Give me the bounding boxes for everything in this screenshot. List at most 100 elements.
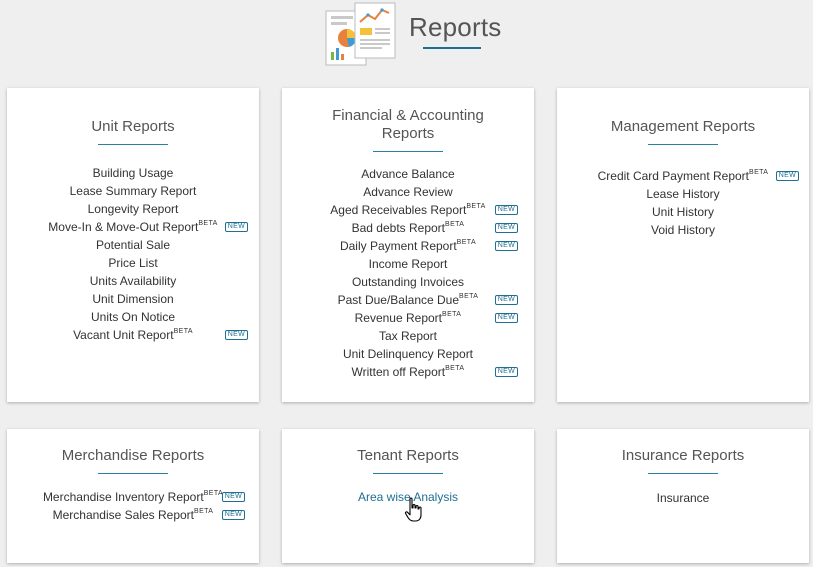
report-label: Units On Notice — [90, 310, 176, 324]
tenant-reports-card: Tenant Reports Area wise Analysis — [282, 429, 534, 563]
report-link[interactable]: Unit History — [557, 203, 809, 221]
financial-reports-card: Financial & Accounting Reports Advance B… — [282, 88, 534, 402]
report-link[interactable]: Unit Delinquency Report — [282, 345, 534, 363]
report-link[interactable]: Advance Balance — [282, 165, 534, 183]
new-badge: NEW — [224, 222, 248, 232]
report-link[interactable]: Units Availability — [7, 272, 259, 290]
report-label: Building Usage — [92, 166, 174, 180]
title-underline — [423, 47, 481, 49]
report-label: Merchandise Sales Report — [52, 508, 195, 522]
report-label: Aged Receivables Report — [330, 203, 467, 217]
report-list: Merchandise Inventory ReportBETA NEW Merch… — [7, 488, 259, 524]
unit-reports-card: Unit Reports Building Usage Lease Summary… — [7, 88, 259, 402]
new-badge: NEW — [775, 171, 799, 181]
card-title: Management Reports — [610, 118, 756, 135]
beta-tag: BETA — [445, 365, 465, 372]
report-list: Building Usage Lease Summary Report Longev… — [7, 164, 259, 344]
new-badge: NEW — [494, 241, 518, 251]
card-title-underline — [648, 473, 718, 474]
report-label: Lease History — [646, 187, 720, 201]
report-label: Unit Dimension — [92, 292, 174, 306]
beta-tag: BETA — [459, 293, 479, 300]
report-link[interactable]: Aged Receivables ReportBETA NEW — [282, 201, 534, 219]
report-label: Income Report — [368, 257, 448, 271]
card-title-line-1: Financial & Accounting — [332, 107, 484, 124]
page-title: Reports — [409, 12, 502, 42]
report-label: Advance Balance — [361, 167, 455, 181]
report-label: Written off Report — [351, 365, 446, 379]
report-link[interactable]: Vacant Unit ReportBETA NEW — [7, 326, 259, 344]
card-title-underline — [648, 144, 718, 145]
report-label: Bad debts Report — [351, 221, 446, 235]
report-label: Move-In & Move-Out Report — [48, 220, 199, 234]
report-label: Merchandise Inventory Report — [42, 490, 204, 504]
report-link[interactable]: Longevity Report — [7, 200, 259, 218]
report-label: Outstanding Invoices — [351, 275, 465, 289]
report-link[interactable]: Daily Payment ReportBETA NEW — [282, 237, 534, 255]
card-title-underline — [98, 144, 168, 145]
new-badge: NEW — [494, 295, 518, 305]
report-link[interactable]: Advance Review — [282, 183, 534, 201]
report-link[interactable]: Unit Dimension — [7, 290, 259, 308]
hand-cursor-icon — [404, 497, 422, 522]
beta-tag: BETA — [445, 221, 465, 228]
card-title-underline — [98, 473, 168, 474]
beta-tag: BETA — [442, 311, 462, 318]
report-label: Longevity Report — [87, 202, 179, 216]
report-label: Past Due/Balance Due — [337, 293, 460, 307]
report-link[interactable]: Units On Notice — [7, 308, 259, 326]
card-title: Insurance Reports — [621, 447, 745, 464]
report-link[interactable]: Outstanding Invoices — [282, 273, 534, 291]
card-title-underline — [373, 473, 443, 474]
new-badge: NEW — [494, 313, 518, 323]
report-link[interactable]: Building Usage — [7, 164, 259, 182]
report-label: Daily Payment Report — [339, 239, 457, 253]
report-link[interactable]: Merchandise Inventory ReportBETA NEW — [7, 488, 259, 506]
beta-tag: BETA — [173, 328, 193, 335]
report-link[interactable]: Revenue ReportBETA NEW — [282, 309, 534, 327]
report-label: Vacant Unit Report — [73, 328, 174, 342]
card-title: Tenant Reports — [357, 447, 459, 464]
report-label: Advance Review — [363, 185, 453, 199]
report-link[interactable]: Potential Sale — [7, 236, 259, 254]
report-label: Tax Report — [378, 329, 438, 343]
new-badge: NEW — [221, 492, 245, 502]
new-badge: NEW — [494, 223, 518, 233]
report-link[interactable]: Move-In & Move-Out ReportBETA NEW — [7, 218, 259, 236]
report-label: Price List — [108, 256, 158, 270]
report-link[interactable]: Written off ReportBETA NEW — [282, 363, 534, 381]
report-list: Insurance — [557, 489, 809, 507]
report-link[interactable]: Lease Summary Report — [7, 182, 259, 200]
beta-tag: BETA — [749, 169, 769, 176]
card-title: Financial & Accounting Reports — [282, 107, 534, 143]
new-badge: NEW — [221, 510, 245, 520]
report-link[interactable]: Bad debts ReportBETA NEW — [282, 219, 534, 237]
report-label: Units Availability — [89, 274, 177, 288]
report-link[interactable]: Credit Card Payment ReportBETA NEW — [557, 167, 809, 185]
report-link[interactable]: Merchandise Sales ReportBETA NEW — [7, 506, 259, 524]
card-title: Unit Reports — [91, 118, 175, 135]
beta-tag: BETA — [466, 203, 486, 210]
report-link[interactable]: Tax Report — [282, 327, 534, 345]
report-link[interactable]: Past Due/Balance DueBETA NEW — [282, 291, 534, 309]
beta-tag: BETA — [456, 239, 477, 246]
report-list: Credit Card Payment ReportBETA NEW Lease H… — [557, 167, 809, 239]
report-label: Potential Sale — [95, 238, 171, 252]
insurance-reports-card: Insurance Reports Insurance — [557, 429, 809, 563]
new-badge: NEW — [494, 367, 518, 377]
beta-tag: BETA — [198, 220, 218, 227]
new-badge: NEW — [224, 330, 248, 340]
report-label: Revenue Report — [354, 311, 442, 325]
card-title-line-2: Reports — [381, 125, 435, 142]
card-title: Merchandise Reports — [61, 447, 205, 464]
new-badge: NEW — [494, 205, 518, 215]
report-link[interactable]: Price List — [7, 254, 259, 272]
report-label: Void History — [650, 223, 716, 237]
report-link[interactable]: Insurance — [557, 489, 809, 507]
report-list: Advance Balance Advance Review Aged Receiv… — [282, 165, 534, 381]
report-link[interactable]: Void History — [557, 221, 809, 239]
report-label: Credit Card Payment Report — [597, 169, 750, 183]
report-label: Unit History — [651, 205, 714, 219]
report-link[interactable]: Lease History — [557, 185, 809, 203]
report-link[interactable]: Income Report — [282, 255, 534, 273]
